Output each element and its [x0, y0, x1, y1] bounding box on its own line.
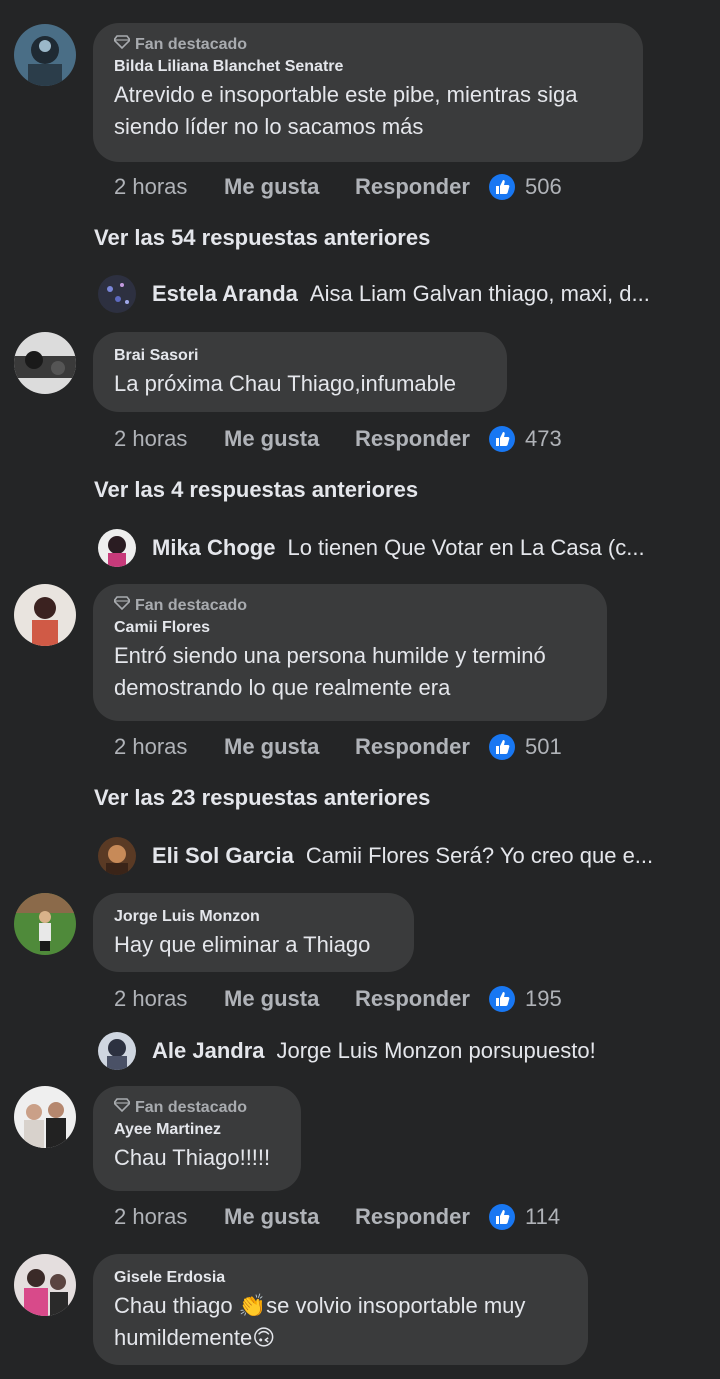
reply-preview[interactable]: Eli Sol Garcia Camii Flores Será? Yo cre… — [98, 836, 708, 876]
comment-bubble: Fan destacado Camii Flores Entró siendo … — [93, 584, 607, 721]
comment-actions: 2 horas Me gusta Responder 114 — [114, 1202, 560, 1232]
comment-text: Atrevido e insoportable este pibe, mient… — [114, 82, 578, 139]
reply-text: Aisa Liam Galvan thiago, maxi, d... — [309, 281, 650, 306]
like-count[interactable]: 506 — [525, 174, 562, 200]
top-fan-badge: Fan destacado — [112, 1098, 279, 1118]
reply-text: Lo tienen Que Votar en La Casa (c... — [287, 535, 645, 560]
avatar[interactable] — [98, 529, 136, 567]
top-fan-badge: Fan destacado — [112, 35, 621, 55]
timestamp[interactable]: 2 horas — [114, 174, 224, 200]
timestamp[interactable]: 2 horas — [114, 986, 224, 1012]
avatar[interactable] — [14, 584, 76, 646]
like-button[interactable]: Me gusta — [224, 986, 355, 1012]
like-reaction-icon[interactable] — [489, 1204, 515, 1230]
comment-author[interactable]: Camii Flores — [114, 616, 585, 640]
timestamp[interactable]: 2 horas — [114, 426, 224, 452]
reply-button[interactable]: Responder — [355, 1204, 489, 1230]
avatar[interactable] — [14, 332, 76, 394]
comment-author[interactable]: Ayee Martinez — [114, 1118, 279, 1142]
reply-author[interactable]: Ale Jandra — [152, 1038, 265, 1064]
like-count[interactable]: 473 — [525, 426, 562, 452]
comment-author[interactable]: Jorge Luis Monzon — [114, 905, 392, 929]
comment-text: Chau thiago 👏se volvio insoportable muy … — [114, 1293, 526, 1350]
like-reaction-icon[interactable] — [489, 734, 515, 760]
diamond-icon — [112, 596, 132, 616]
like-count[interactable]: 501 — [525, 734, 562, 760]
reply-button[interactable]: Responder — [355, 426, 489, 452]
reply-preview[interactable]: Mika Choge Lo tienen Que Votar en La Cas… — [98, 528, 708, 568]
timestamp[interactable]: 2 horas — [114, 1204, 224, 1230]
comment-bubble: Fan destacado Ayee Martinez Chau Thiago!… — [93, 1086, 301, 1191]
comment-bubble: Gisele Erdosia Chau thiago 👏se volvio in… — [93, 1254, 588, 1365]
reply-text: Jorge Luis Monzon porsupuesto! — [276, 1038, 596, 1063]
reply-author[interactable]: Mika Choge — [152, 535, 275, 561]
view-previous-replies[interactable]: Ver las 4 respuestas anteriores — [94, 475, 418, 505]
reply-author[interactable]: Eli Sol Garcia — [152, 843, 294, 869]
reply-preview[interactable]: Estela Aranda Aisa Liam Galvan thiago, m… — [98, 274, 708, 314]
comment-actions: 2 horas Me gusta Responder 501 — [114, 732, 562, 762]
view-previous-replies[interactable]: Ver las 23 respuestas anteriores — [94, 783, 430, 813]
reply-button[interactable]: Responder — [355, 174, 489, 200]
comment-author[interactable]: Bilda Liliana Blanchet Senatre — [114, 55, 621, 79]
comment-actions: 2 horas Me gusta Responder 506 — [114, 172, 562, 202]
avatar[interactable] — [14, 24, 76, 86]
diamond-icon — [112, 1098, 132, 1118]
avatar[interactable] — [14, 1254, 76, 1316]
avatar[interactable] — [14, 1086, 76, 1148]
comment-bubble: Jorge Luis Monzon Hay que eliminar a Thi… — [93, 893, 414, 972]
like-reaction-icon[interactable] — [489, 986, 515, 1012]
like-count[interactable]: 195 — [525, 986, 562, 1012]
like-reaction-icon[interactable] — [489, 174, 515, 200]
avatar[interactable] — [98, 837, 136, 875]
timestamp[interactable]: 2 horas — [114, 734, 224, 760]
upside-down-face-emoji: 🙃 — [252, 1325, 276, 1350]
reply-button[interactable]: Responder — [355, 986, 489, 1012]
reply-text: Camii Flores Será? Yo creo que e... — [305, 843, 654, 868]
like-reaction-icon[interactable] — [489, 426, 515, 452]
comment-actions: 2 horas Me gusta Responder 473 — [114, 424, 562, 454]
comment-text: Hay que eliminar a Thiago — [114, 932, 371, 957]
diamond-icon — [112, 35, 132, 55]
like-button[interactable]: Me gusta — [224, 426, 355, 452]
like-button[interactable]: Me gusta — [224, 174, 355, 200]
reply-button[interactable]: Responder — [355, 734, 489, 760]
like-button[interactable]: Me gusta — [224, 734, 355, 760]
comment-author[interactable]: Brai Sasori — [114, 344, 485, 368]
like-button[interactable]: Me gusta — [224, 1204, 355, 1230]
comment-bubble: Brai Sasori La próxima Chau Thiago,infum… — [93, 332, 507, 412]
like-count[interactable]: 114 — [525, 1204, 560, 1230]
avatar[interactable] — [98, 1032, 136, 1070]
avatar[interactable] — [14, 893, 76, 955]
clapping-hands-emoji: 👏 — [238, 1293, 267, 1318]
comment-text: Entró siendo una persona humilde y termi… — [114, 643, 546, 700]
comment-actions: 2 horas Me gusta Responder 195 — [114, 984, 562, 1014]
comment-text: Chau Thiago!!!!! — [114, 1145, 271, 1170]
comment-author[interactable]: Gisele Erdosia — [114, 1266, 566, 1290]
top-fan-badge: Fan destacado — [112, 596, 585, 616]
comment-text: La próxima Chau Thiago,infumable — [114, 371, 457, 396]
reply-preview[interactable]: Ale Jandra Jorge Luis Monzon porsupuesto… — [98, 1031, 708, 1071]
comment-bubble: Fan destacado Bilda Liliana Blanchet Sen… — [93, 23, 643, 162]
reply-author[interactable]: Estela Aranda — [152, 281, 298, 307]
view-previous-replies[interactable]: Ver las 54 respuestas anteriores — [94, 223, 430, 253]
avatar[interactable] — [98, 275, 136, 313]
